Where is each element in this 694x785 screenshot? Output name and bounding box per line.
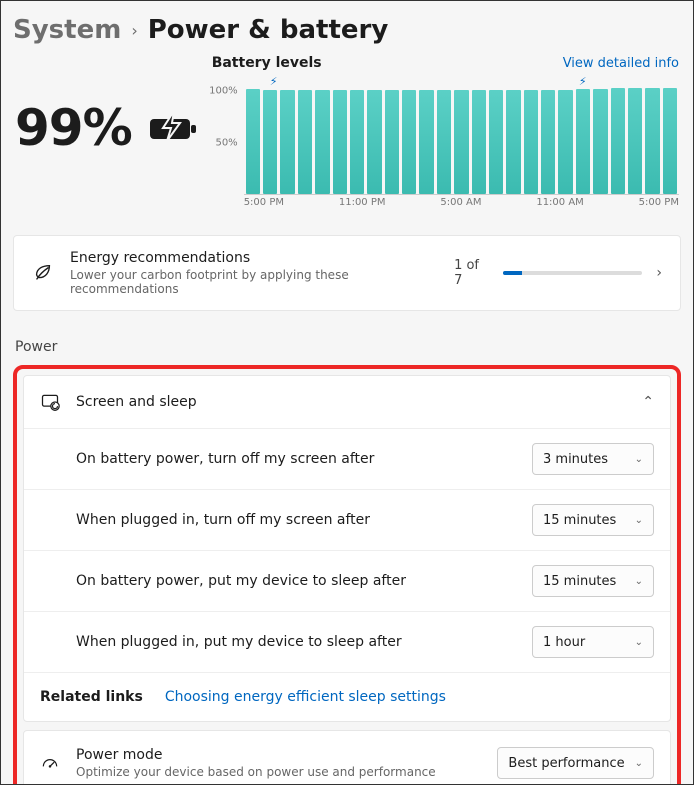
chart-bar (663, 88, 677, 194)
chart-bar (472, 90, 486, 194)
lightning-icon: ⚡ (579, 75, 587, 88)
chart-bar (576, 89, 590, 194)
energy-recommendations-subtitle: Lower your carbon footprint by applying … (70, 268, 438, 296)
chevron-right-icon: › (656, 265, 662, 281)
related-links-row: Related links Choosing energy efficient … (24, 672, 670, 721)
setting-label: On battery power, turn off my screen aft… (76, 451, 374, 467)
x-tick: 5:00 AM (440, 197, 481, 211)
chart-bar (558, 90, 572, 194)
chart-bar (367, 90, 381, 194)
chevron-up-icon: ⌃ (642, 394, 654, 410)
energy-recommendations-count: 1 of 7 (454, 258, 489, 288)
chart-bar (506, 90, 520, 194)
chart-x-axis: 5:00 PM 11:00 PM 5:00 AM 11:00 AM 5:00 P… (244, 197, 679, 211)
chart-bar (611, 88, 625, 194)
chevron-down-icon: ⌄ (635, 758, 643, 769)
sleep-battery-select[interactable]: 15 minutes ⌄ (532, 565, 654, 597)
chart-bar (246, 89, 260, 194)
battery-percent-block: 99% (13, 55, 198, 157)
page-title: Power & battery (148, 15, 389, 45)
chart-bar (489, 90, 503, 194)
x-tick: 11:00 PM (339, 197, 386, 211)
select-value: Best performance (508, 756, 624, 771)
screen-sleep-icon (40, 392, 60, 412)
energy-recommendations-progress (503, 271, 643, 275)
view-detailed-info-link[interactable]: View detailed info (563, 56, 679, 71)
battery-chart-block: Battery levels View detailed info 100% 5… (198, 55, 681, 211)
chart-bar (541, 90, 555, 194)
screen-and-sleep-panel: Screen and sleep ⌃ On battery power, tur… (23, 375, 671, 722)
screen-off-plugged-row: When plugged in, turn off my screen afte… (24, 489, 670, 550)
sleep-plugged-row: When plugged in, put my device to sleep … (24, 611, 670, 672)
chart-bar (333, 90, 347, 194)
chart-bar (350, 90, 364, 194)
battery-charging-icon (148, 111, 198, 145)
power-battery-page: System › Power & battery 99% Battery lev… (0, 0, 694, 785)
leaf-icon (32, 262, 54, 284)
select-value: 1 hour (543, 635, 585, 650)
chart-bar (298, 90, 312, 194)
chart-bar (628, 88, 642, 194)
x-tick: 11:00 AM (536, 197, 583, 211)
energy-recommendations-text: Energy recommendations Lower your carbon… (70, 250, 438, 296)
screen-and-sleep-header[interactable]: Screen and sleep ⌃ (24, 376, 670, 428)
sleep-battery-row: On battery power, put my device to sleep… (24, 550, 670, 611)
chart-bar (593, 89, 607, 194)
chart-bar (385, 90, 399, 194)
energy-efficient-sleep-link[interactable]: Choosing energy efficient sleep settings (165, 689, 446, 705)
chevron-down-icon: ⌄ (635, 576, 643, 587)
y-tick: 50% (215, 138, 237, 149)
screen-and-sleep-title: Screen and sleep (76, 394, 197, 410)
related-links-label: Related links (40, 689, 143, 705)
chevron-down-icon: ⌄ (635, 515, 643, 526)
power-mode-text: Power mode Optimize your device based on… (76, 747, 436, 779)
power-mode-title: Power mode (76, 747, 436, 763)
y-tick: 100% (209, 86, 238, 97)
screen-off-plugged-select[interactable]: 15 minutes ⌄ (532, 504, 654, 536)
chart-bar (645, 88, 659, 194)
setting-label: When plugged in, put my device to sleep … (76, 634, 402, 650)
chart-bar (280, 90, 294, 194)
breadcrumb: System › Power & battery (13, 15, 681, 45)
chevron-down-icon: ⌄ (635, 454, 643, 465)
chevron-right-icon: › (131, 21, 137, 40)
power-mode-row: Power mode Optimize your device based on… (24, 731, 670, 785)
chart-bar (524, 90, 538, 194)
gauge-icon (40, 753, 60, 773)
highlighted-settings-group: Screen and sleep ⌃ On battery power, tur… (13, 365, 681, 785)
x-tick: 5:00 PM (244, 197, 284, 211)
power-mode-panel: Power mode Optimize your device based on… (23, 730, 671, 785)
chart-plot-area: ⚡ ⚡ (244, 77, 679, 195)
power-section-heading: Power (15, 339, 679, 355)
chart-bar (263, 90, 277, 194)
chart-bar (402, 90, 416, 194)
select-value: 15 minutes (543, 513, 616, 528)
energy-recommendations-card[interactable]: Energy recommendations Lower your carbon… (13, 235, 681, 311)
setting-label: On battery power, put my device to sleep… (76, 573, 406, 589)
screen-off-battery-row: On battery power, turn off my screen aft… (24, 428, 670, 489)
setting-label: When plugged in, turn off my screen afte… (76, 512, 370, 528)
select-value: 3 minutes (543, 452, 608, 467)
battery-percent: 99% (15, 99, 132, 157)
power-mode-subtitle: Optimize your device based on power use … (76, 765, 436, 779)
chart-bar (419, 90, 433, 194)
screen-off-battery-select[interactable]: 3 minutes ⌄ (532, 443, 654, 475)
lightning-icon: ⚡ (270, 75, 278, 88)
battery-overview: 99% Battery levels View detailed info 10… (13, 55, 681, 211)
chevron-down-icon: ⌄ (635, 637, 643, 648)
breadcrumb-parent[interactable]: System (13, 15, 121, 45)
chart-title: Battery levels (212, 55, 322, 71)
chart-bar (437, 90, 451, 194)
energy-recommendations-title: Energy recommendations (70, 250, 438, 266)
chart-y-axis: 100% 50% (210, 77, 242, 195)
battery-levels-chart[interactable]: 100% 50% ⚡ ⚡ 5:00 PM 11:00 PM 5:00 AM 11… (244, 77, 679, 211)
power-mode-select[interactable]: Best performance ⌄ (497, 747, 654, 779)
chart-bar (315, 90, 329, 194)
x-tick: 5:00 PM (639, 197, 679, 211)
sleep-plugged-select[interactable]: 1 hour ⌄ (532, 626, 654, 658)
chart-bar (454, 90, 468, 194)
select-value: 15 minutes (543, 574, 616, 589)
